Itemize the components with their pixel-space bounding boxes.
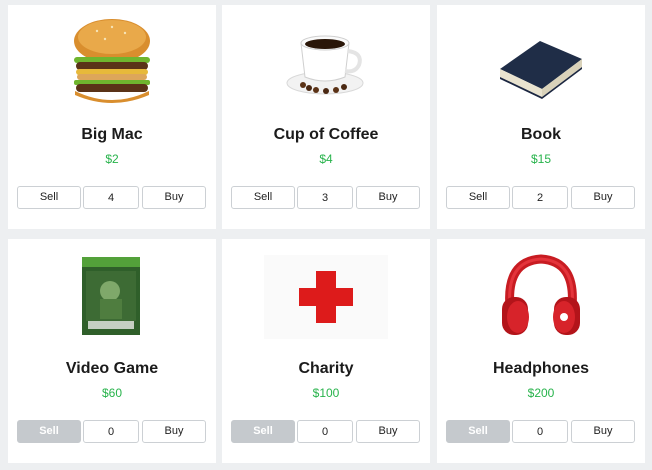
quantity-input[interactable] <box>512 186 568 209</box>
burger-image <box>8 11 216 115</box>
buy-button[interactable]: Buy <box>571 420 635 443</box>
product-title: Big Mac <box>81 126 143 143</box>
product-card-video-game: Video Game $60 Sell Buy <box>8 239 216 463</box>
product-title: Cup of Coffee <box>273 126 379 143</box>
sell-button[interactable]: Sell <box>446 420 510 443</box>
quantity-input[interactable] <box>83 420 139 443</box>
buy-button[interactable]: Buy <box>571 186 635 209</box>
product-card-cup-of-coffee: Cup of Coffee $4 Sell Buy <box>222 5 430 229</box>
product-controls: Sell Buy <box>231 186 421 210</box>
product-card-headphones: Headphones $200 Sell Buy <box>437 239 645 463</box>
headphones-image <box>437 245 645 349</box>
buy-button[interactable]: Buy <box>356 420 420 443</box>
product-title: Book <box>521 126 561 143</box>
product-price: $2 <box>105 152 119 166</box>
product-price: $4 <box>319 152 333 166</box>
coffee-cup-image <box>222 11 430 115</box>
product-card-charity: Charity $100 Sell Buy <box>222 239 430 463</box>
sell-button[interactable]: Sell <box>446 186 510 209</box>
sell-button[interactable]: Sell <box>17 420 81 443</box>
product-price: $100 <box>312 386 340 400</box>
sell-button[interactable]: Sell <box>231 186 295 209</box>
product-controls: Sell Buy <box>231 420 421 444</box>
product-card-big-mac: Big Mac $2 Sell Buy <box>8 5 216 229</box>
product-price: $15 <box>530 152 552 166</box>
product-price: $60 <box>101 386 123 400</box>
quantity-input[interactable] <box>83 186 139 209</box>
sell-button[interactable]: Sell <box>17 186 81 209</box>
red-cross-image <box>222 245 430 349</box>
product-controls: Sell Buy <box>446 420 636 444</box>
buy-button[interactable]: Buy <box>142 186 206 209</box>
product-controls: Sell Buy <box>446 186 636 210</box>
quantity-input[interactable] <box>297 420 353 443</box>
buy-button[interactable]: Buy <box>142 420 206 443</box>
product-title: Charity <box>298 360 354 377</box>
quantity-input[interactable] <box>512 420 568 443</box>
book-image <box>437 11 645 115</box>
product-controls: Sell Buy <box>17 186 207 210</box>
video-game-box-image <box>8 245 216 349</box>
product-title: Headphones <box>492 360 589 377</box>
sell-button[interactable]: Sell <box>231 420 295 443</box>
product-card-book: Book $15 Sell Buy <box>437 5 645 229</box>
product-title: Video Game <box>65 360 159 377</box>
product-price: $200 <box>527 386 555 400</box>
product-controls: Sell Buy <box>17 420 207 444</box>
quantity-input[interactable] <box>297 186 353 209</box>
buy-button[interactable]: Buy <box>356 186 420 209</box>
